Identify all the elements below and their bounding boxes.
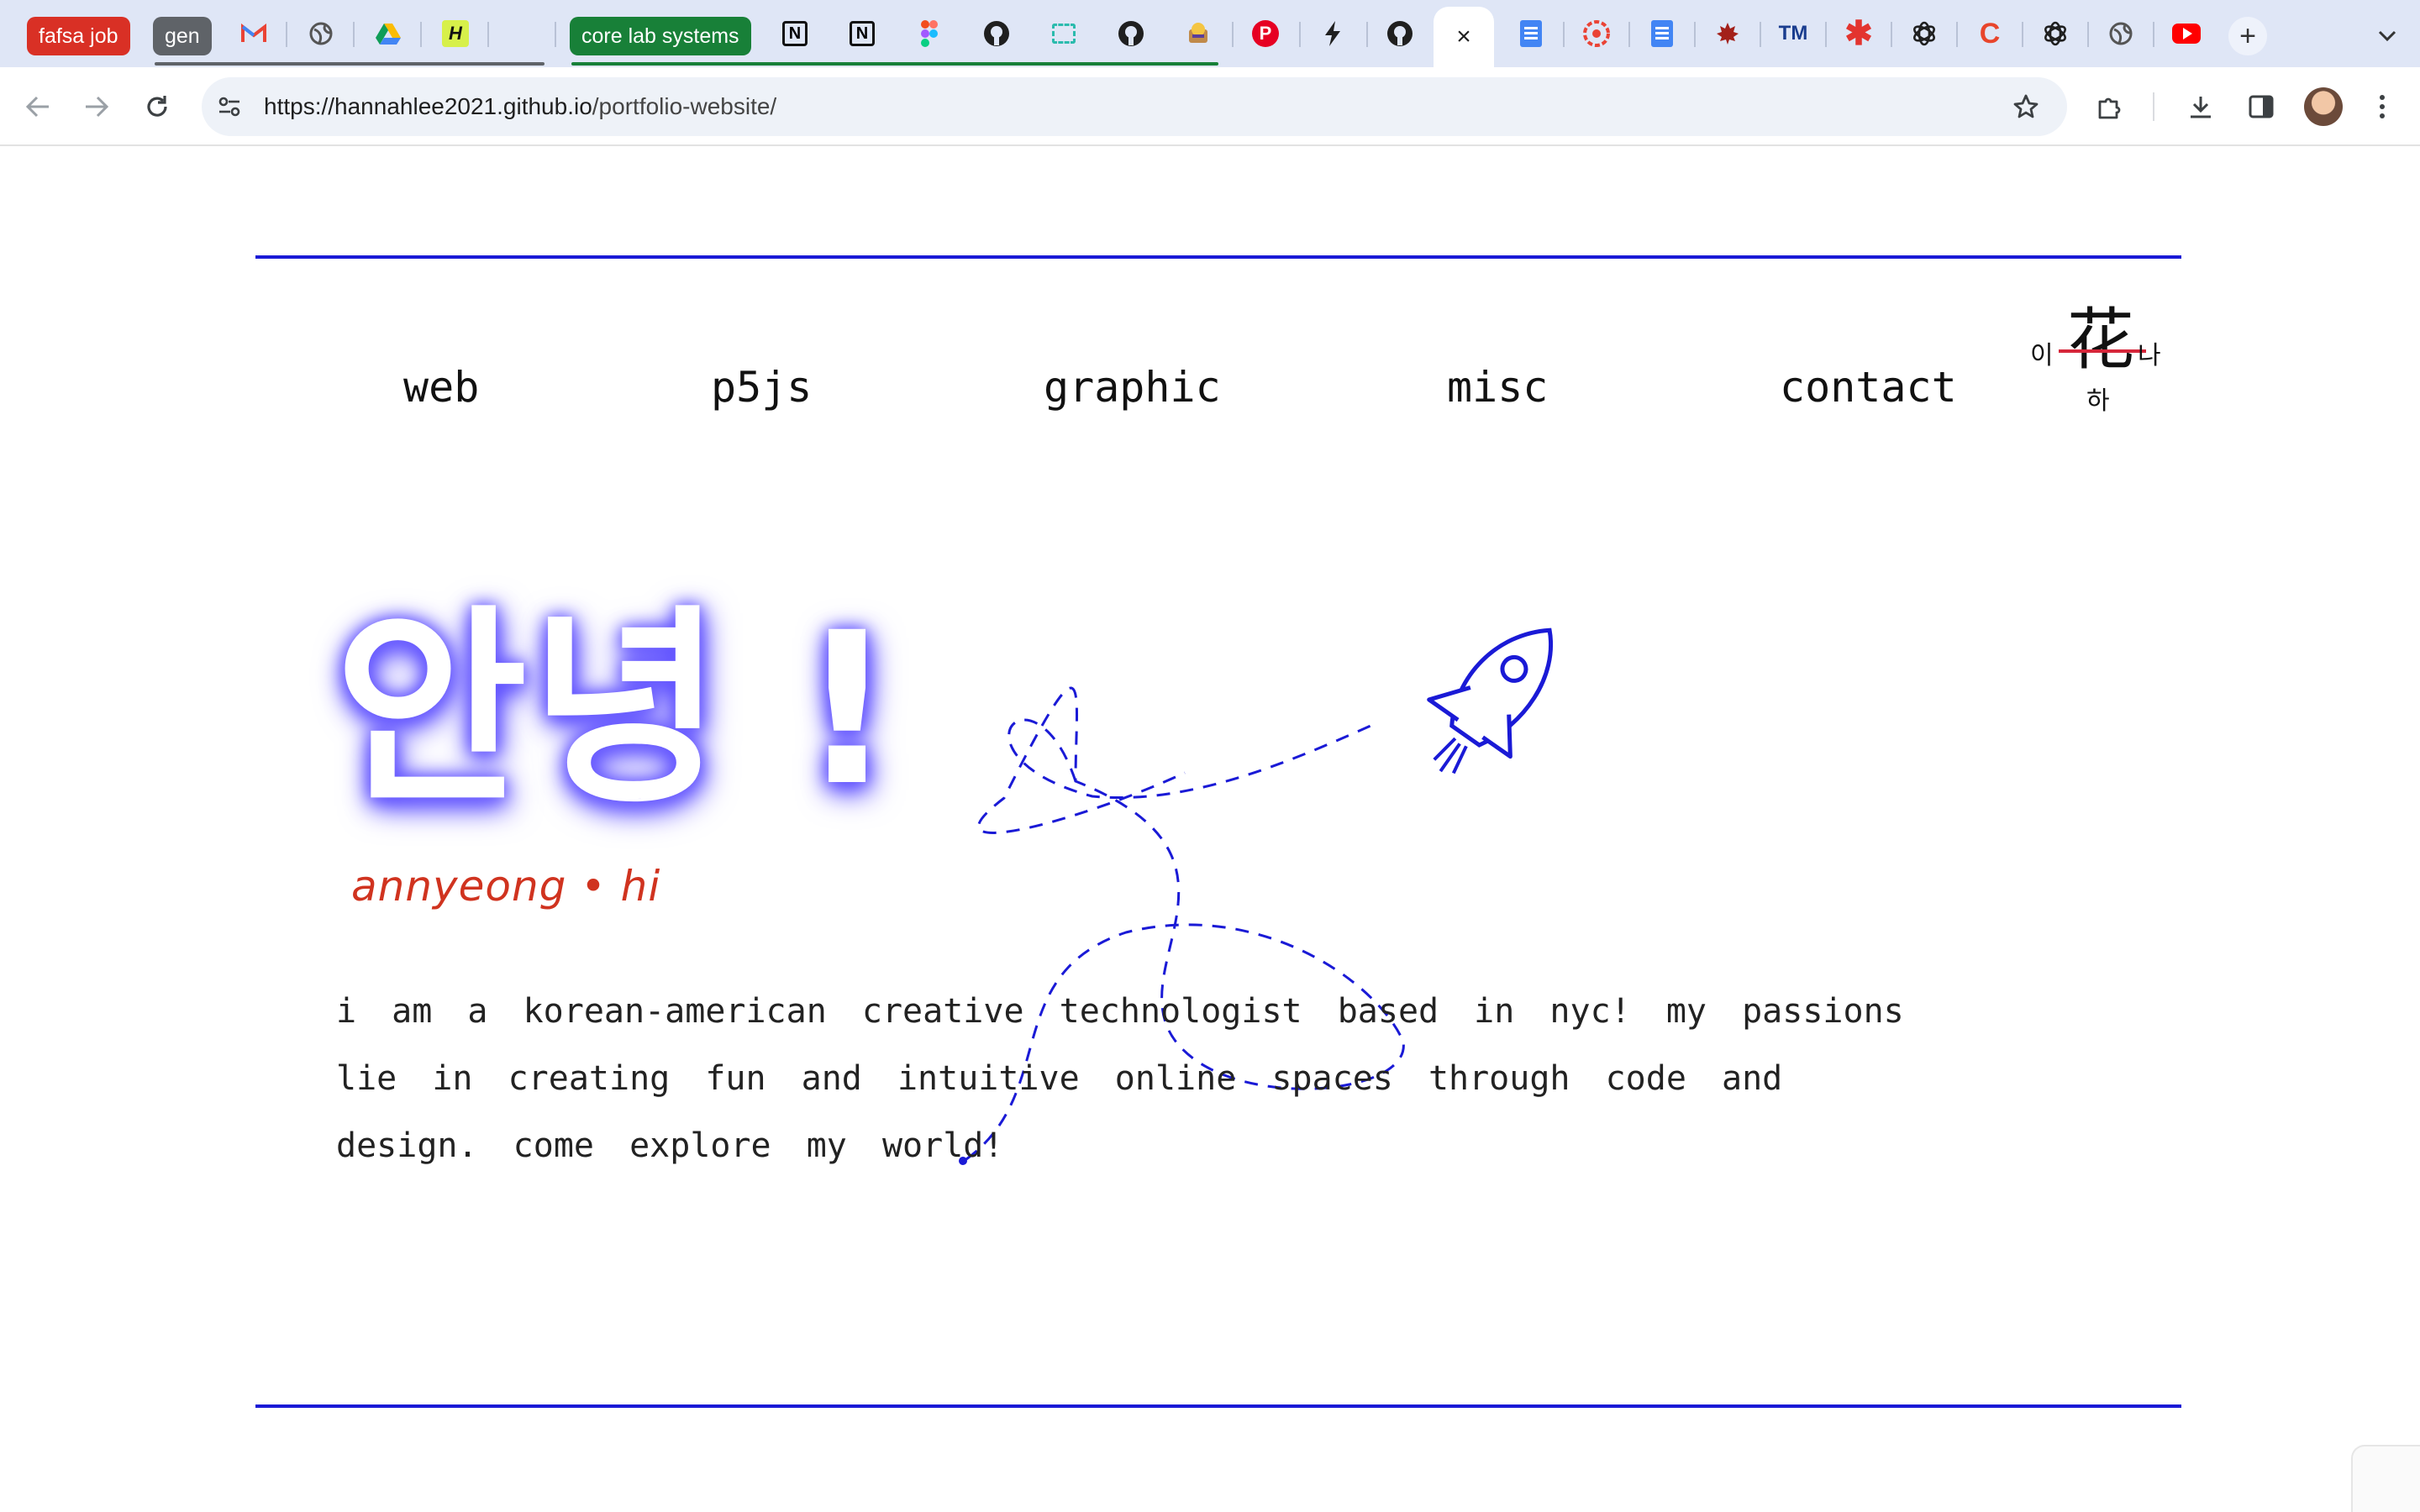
tab-group-gen[interactable]: gen	[153, 17, 212, 55]
gmail-icon[interactable]	[237, 17, 271, 50]
google-docs-icon[interactable]	[1514, 17, 1548, 50]
tab-separator	[420, 22, 422, 47]
url-text[interactable]: https://hannahlee2021.github.io/portfoli…	[264, 77, 776, 136]
github-icon[interactable]	[1114, 17, 1148, 50]
tab-group-core-lab-systems-underline	[571, 62, 1218, 66]
new-tab-button[interactable]: +	[2228, 17, 2267, 55]
nav-link-p5js[interactable]: p5js	[711, 363, 812, 412]
tab-separator	[2153, 22, 2154, 47]
logo-strikethrough	[2059, 349, 2146, 353]
tab-group-gen-underline	[155, 62, 544, 66]
reload-icon[interactable]	[136, 86, 178, 128]
logo-char-bottom: 하	[2086, 387, 2110, 415]
tab-search-chevron-down-icon[interactable]	[2368, 17, 2407, 55]
tab-separator	[1760, 22, 1761, 47]
nav-link-contact[interactable]: contact	[1780, 363, 1957, 412]
tab-separator	[487, 22, 489, 47]
tab-separator	[286, 22, 287, 47]
browser-toolbar: https://hannahlee2021.github.io/portfoli…	[0, 67, 2420, 146]
bottom-divider-line	[255, 1404, 2181, 1408]
tab-separator	[1956, 22, 1958, 47]
tab-group-fafsa-job[interactable]: fafsa job	[27, 17, 130, 55]
side-panel-icon[interactable]	[2240, 86, 2282, 128]
forward-arrow-icon[interactable]	[76, 86, 118, 128]
top-divider-line	[255, 255, 2181, 259]
hackernews-icon[interactable]: H	[439, 17, 472, 50]
globe-icon[interactable]	[2104, 17, 2138, 50]
figma-icon[interactable]	[913, 17, 946, 50]
asterisk-icon[interactable]: ✱	[1842, 15, 1876, 52]
nav-link-misc[interactable]: misc	[1447, 363, 1548, 412]
logo-char-right: 나	[2138, 342, 2161, 370]
github-icon[interactable]	[980, 17, 1013, 50]
emoji-icon[interactable]	[1181, 17, 1215, 50]
notion-icon[interactable]: N	[778, 17, 812, 50]
google-drive-icon[interactable]	[371, 17, 405, 50]
tab-separator	[1628, 22, 1630, 47]
url-path: /portfolio-website/	[592, 93, 777, 119]
pinterest-icon[interactable]: P	[1249, 17, 1282, 50]
close-tab-icon[interactable]: ×	[1456, 23, 1471, 51]
hero-title: 안녕 !	[334, 587, 897, 832]
dashed-flight-path-tail	[1007, 718, 1379, 800]
tab-separator	[2022, 22, 2023, 47]
target-icon[interactable]	[1580, 17, 1613, 50]
url-host: https://hannahlee2021.github.io	[264, 93, 592, 119]
tab-separator	[555, 22, 556, 47]
openai-icon[interactable]	[2039, 17, 2072, 50]
tab-separator	[1299, 22, 1301, 47]
github-icon[interactable]	[1383, 17, 1417, 50]
blank-tab-icon[interactable]	[506, 17, 539, 50]
active-tab[interactable]: ×	[1434, 7, 1494, 67]
bookmark-star-icon[interactable]	[2005, 86, 2047, 128]
notion-icon[interactable]: N	[845, 17, 879, 50]
logo-char-left: 이	[2030, 342, 2054, 370]
c-icon[interactable]: C	[1973, 17, 2007, 50]
rocket-icon	[1427, 627, 1553, 774]
tab-separator	[1232, 22, 1234, 47]
tab-group-core-lab-systems[interactable]: core lab systems	[570, 17, 751, 55]
hero-subtitle: annyeong • hi	[351, 862, 661, 911]
extensions-puzzle-icon[interactable]	[2089, 86, 2131, 128]
tm-icon[interactable]: TM	[1776, 17, 1810, 50]
youtube-icon[interactable]	[2170, 17, 2203, 50]
site-logo[interactable]: 이 花 나 하	[2025, 302, 2168, 415]
bolt-icon[interactable]	[1316, 17, 1349, 50]
back-arrow-icon[interactable]	[17, 86, 59, 128]
download-icon[interactable]	[2180, 86, 2222, 128]
tab-separator	[1366, 22, 1368, 47]
maple-leaf-icon[interactable]	[1711, 17, 1744, 50]
logo-hanja-flower: 花	[2067, 302, 2134, 377]
square-dashed-icon[interactable]	[1047, 17, 1081, 50]
bio-paragraph: i am a korean-american creative technolo…	[336, 992, 1904, 1165]
toolbar-divider	[2153, 92, 2154, 121]
tab-separator	[353, 22, 355, 47]
corner-widget[interactable]	[2351, 1445, 2420, 1512]
tab-strip: fafsa job gen H core lab systems N N P ×…	[0, 0, 2420, 67]
globe-icon[interactable]	[304, 17, 338, 50]
tab-separator	[1563, 22, 1565, 47]
tab-separator	[1891, 22, 1892, 47]
nav-link-graphic[interactable]: graphic	[1044, 363, 1221, 412]
tab-separator	[2087, 22, 2089, 47]
tab-separator	[1694, 22, 1696, 47]
google-docs-icon[interactable]	[1645, 17, 1679, 50]
address-bar[interactable]: https://hannahlee2021.github.io/portfoli…	[202, 77, 2067, 136]
openai-icon[interactable]	[1907, 17, 1941, 50]
menu-kebab-icon[interactable]	[2361, 86, 2403, 128]
nav-link-web[interactable]: web	[403, 363, 479, 412]
profile-avatar[interactable]	[2304, 87, 2343, 126]
tab-separator	[1825, 22, 1827, 47]
site-settings-icon[interactable]	[208, 86, 250, 128]
